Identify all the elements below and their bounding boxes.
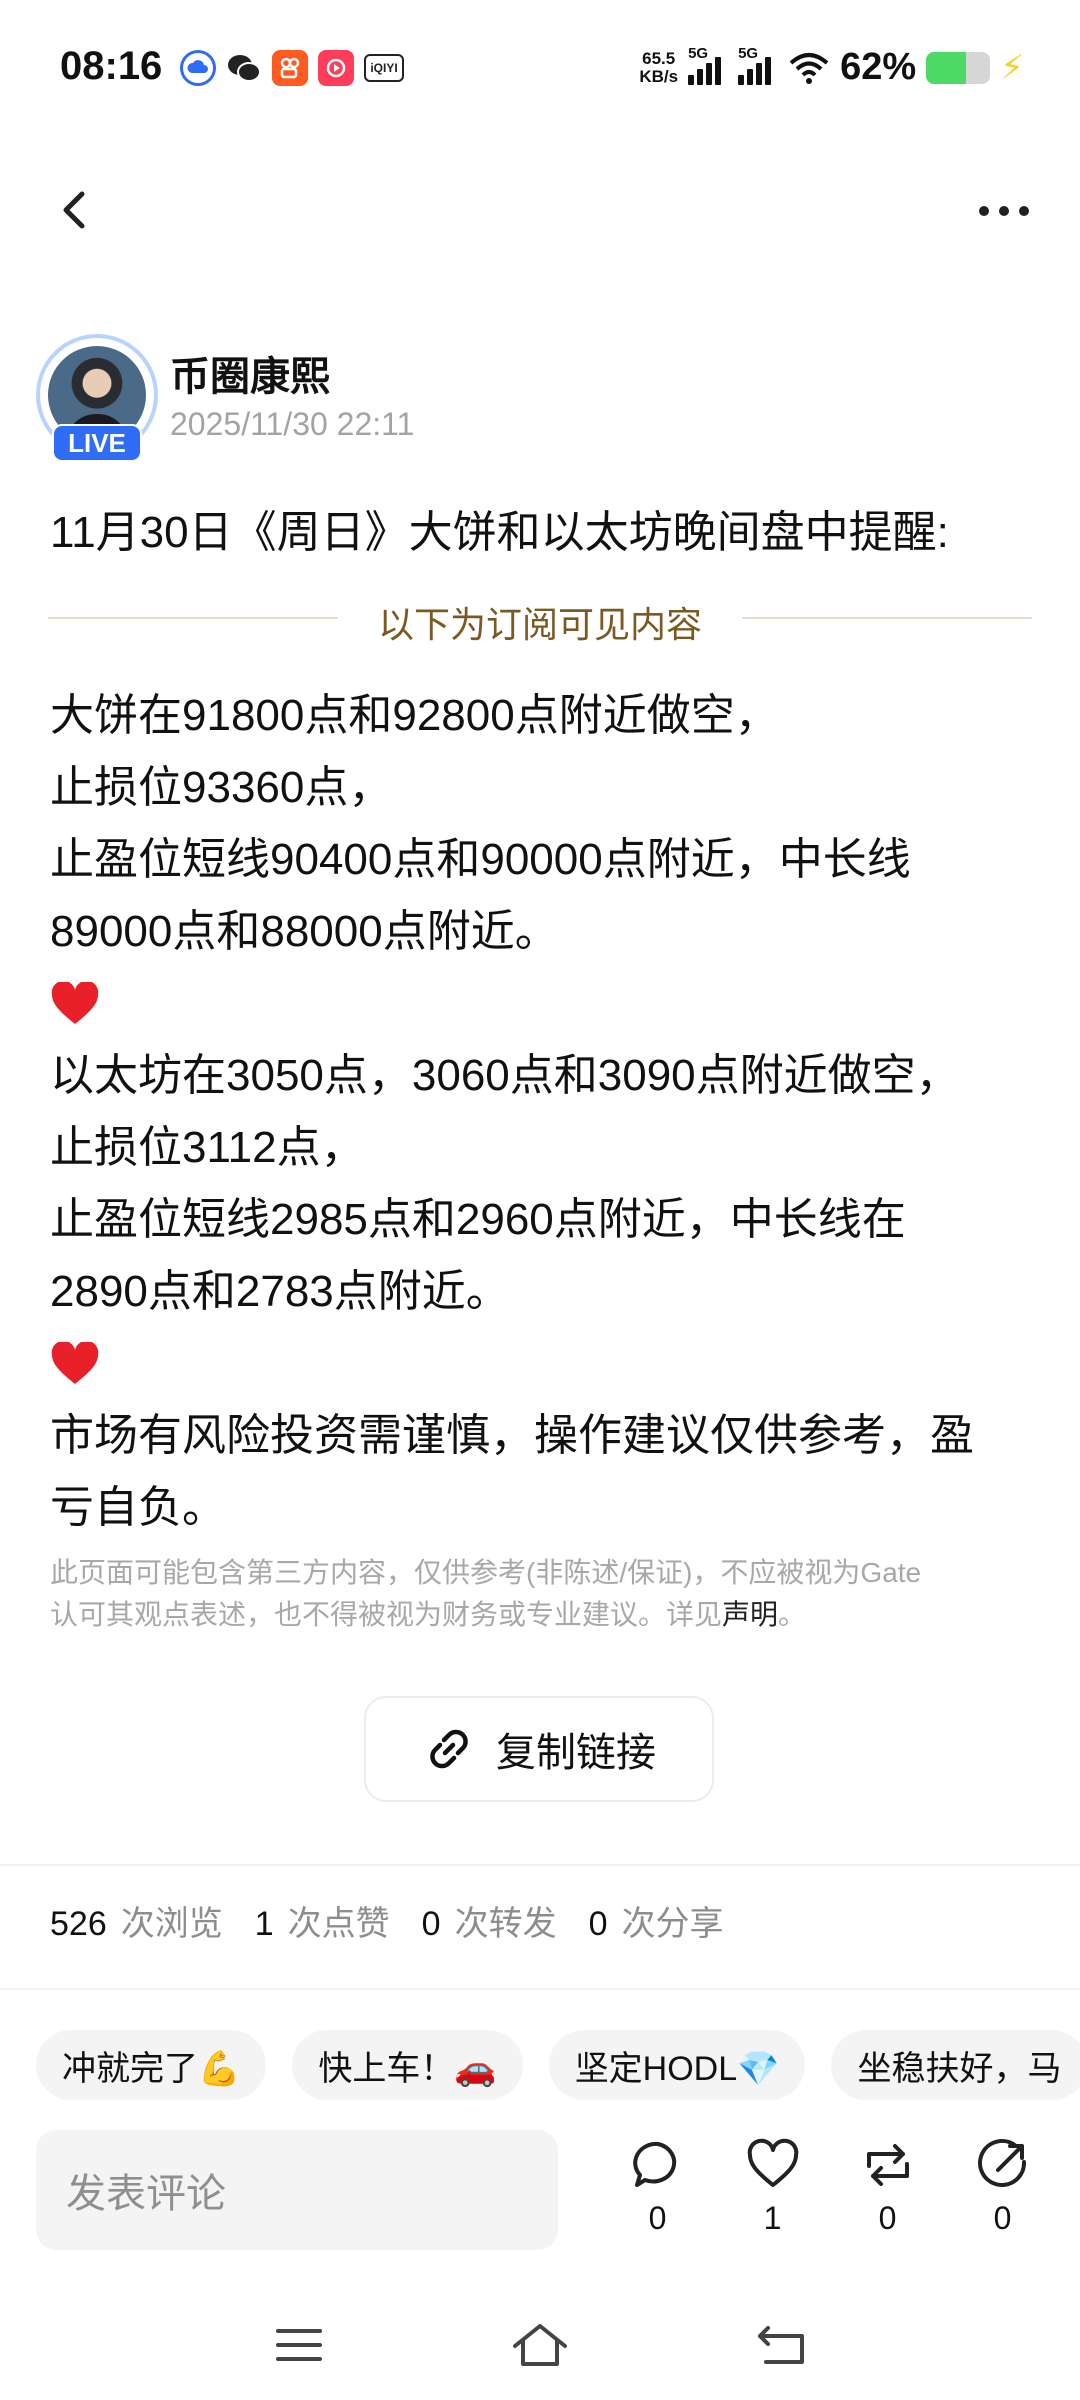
post-actions: 0 1 0 0: [600, 2138, 1060, 2258]
battery-percent: 62%: [840, 46, 917, 88]
reposts-label: 次转发: [454, 1905, 557, 1943]
repost-button[interactable]: 0: [830, 2138, 945, 2258]
post-line: 大饼在91800点和92800点附近做空，: [50, 691, 779, 740]
battery-icon: [926, 51, 991, 84]
back-system-button[interactable]: [746, 2310, 816, 2380]
copy-link-label: 复制链接: [496, 1731, 656, 1775]
disclaimer-line: 认可其观点表述，也不得被视为财务或专业建议。详见声明。: [50, 1594, 1030, 1636]
post-line: 止盈位短线90400点和90000点附近，中长线: [50, 835, 911, 884]
more-options-button[interactable]: [968, 186, 1040, 236]
shares-count: 0: [588, 1905, 608, 1943]
heart-icon: [51, 1342, 99, 1384]
views-count: 526: [50, 1905, 107, 1943]
post-timestamp: 2025/11/30 22:11: [170, 406, 415, 442]
battery-fill: [926, 51, 966, 84]
heart-emoji: [50, 968, 1030, 1040]
kuaishou-icon: [272, 50, 308, 86]
repost-icon: [866, 2144, 909, 2186]
heart-emoji: [50, 1328, 1030, 1400]
quick-reply-chip[interactable]: 冲就完了💪: [36, 2030, 267, 2100]
system-navigation-bar: [0, 2290, 1080, 2400]
repost-count: 0: [878, 2200, 897, 2236]
charging-bolt-icon: ⚡: [1000, 48, 1024, 87]
status-bar: 08:16 iQIYI 65.5 KB/s 5G 5G 62% ⚡: [0, 0, 1080, 140]
cloud-app-icon: [180, 50, 216, 86]
chevron-left-icon: [63, 191, 85, 229]
share-button[interactable]: 0: [945, 2138, 1060, 2258]
views-label: 次浏览: [120, 1905, 223, 1943]
back-arrow-icon: [758, 2326, 804, 2364]
video-app-icon: [318, 50, 354, 86]
quick-reply-chip[interactable]: 坚定HODL💎: [548, 2030, 806, 2100]
copy-link-button[interactable]: 复制链接: [364, 1696, 714, 1802]
disclaimer-text: 认可其观点表述，也不得被视为财务或专业建议。详见: [50, 1599, 723, 1630]
back-button[interactable]: [48, 182, 104, 238]
quick-reply-chips: 冲就完了💪 快上车！🚗 坚定HODL💎 坐稳扶好，马: [36, 2030, 1080, 2100]
recent-apps-button[interactable]: [264, 2310, 334, 2380]
comment-input[interactable]: 发表评论: [36, 2130, 558, 2250]
quick-reply-chip[interactable]: 快上车！🚗: [292, 2030, 523, 2100]
shares-label: 次分享: [621, 1905, 724, 1943]
post-line: 亏自负。: [50, 1483, 226, 1532]
post-line: 89000点和88000点附近。: [50, 907, 559, 956]
network-speed-unit: KB/s: [639, 66, 679, 86]
post-line: 市场有风险投资需谨慎，操作建议仅供参考，盈: [50, 1411, 974, 1460]
share-icon: [977, 2138, 1026, 2187]
wifi-icon: [789, 52, 829, 84]
wechat-icon: [226, 50, 262, 86]
signal-label: 5G: [738, 44, 759, 62]
section-separator: [0, 1864, 1080, 1866]
subscriber-content-divider: 以下为订阅可见内容: [48, 590, 1032, 646]
disclaimer: 此页面可能包含第三方内容，仅供参考(非陈述/保证)，不应被视为Gate 认可其观…: [50, 1552, 1030, 1636]
more-dot-icon: [999, 206, 1009, 216]
signal-5g-2-icon: 5G: [738, 45, 778, 85]
post-title: 11月30日《周日》大饼和以太坊晚间盘中提醒:: [50, 508, 949, 557]
post-line: 2890点和2783点附近。: [50, 1267, 510, 1316]
network-speed: 65.5 KB/s: [639, 48, 679, 86]
author-header: LIVE 币圈康熙 2025/11/30 22:11: [32, 330, 1032, 462]
network-speed-value: 65.5: [642, 48, 676, 68]
like-count: 1: [763, 2200, 782, 2236]
comment-count: 0: [648, 2200, 667, 2236]
signal-label: 5G: [688, 44, 709, 62]
likes-label: 次点赞: [287, 1905, 390, 1943]
comment-button[interactable]: 0: [600, 2138, 715, 2258]
heart-outline-icon: [747, 2138, 798, 2187]
link-icon: [430, 1729, 468, 1769]
home-button[interactable]: [505, 2310, 575, 2380]
share-count: 0: [993, 2200, 1012, 2236]
post-line: 止盈位短线2985点和2960点附近，中长线在: [50, 1195, 906, 1244]
disclaimer-line: 此页面可能包含第三方内容，仅供参考(非陈述/保证)，不应被视为Gate: [50, 1557, 922, 1588]
menu-icon: [276, 2329, 322, 2361]
post-line: 止损位93360点，: [50, 763, 393, 812]
reposts-count: 0: [421, 1905, 441, 1943]
disclaimer-statement-link[interactable]: 声明: [722, 1599, 778, 1630]
more-dot-icon: [979, 206, 989, 216]
quick-reply-chip[interactable]: 坐稳扶好，马: [831, 2030, 1080, 2100]
more-dot-icon: [1019, 206, 1029, 216]
likes-count: 1: [254, 1905, 274, 1943]
post-stats: 526 次浏览 1 次点赞 0 次转发 0 次分享: [50, 1896, 756, 1945]
author-name[interactable]: 币圈康熙: [170, 344, 330, 402]
avatar[interactable]: LIVE: [32, 330, 162, 462]
post-body: 大饼在91800点和92800点附近做空， 止损位93360点， 止盈位短线90…: [50, 680, 1030, 1544]
home-icon: [513, 2324, 567, 2366]
live-badge: LIVE: [52, 424, 142, 462]
iqiyi-icon: iQIYI: [364, 54, 404, 82]
like-button[interactable]: 1: [715, 2138, 830, 2258]
subscriber-divider-text: 以下为订阅可见内容: [377, 604, 702, 645]
divider-line: [742, 617, 1032, 619]
heart-icon: [51, 982, 99, 1024]
disclaimer-end: 。: [778, 1599, 807, 1630]
section-separator: [0, 1988, 1080, 1990]
status-app-icons: iQIYI: [180, 50, 404, 86]
status-indicators: 65.5 KB/s 5G 5G 62% ⚡: [639, 45, 1024, 89]
signal-5g-1-icon: 5G: [688, 45, 728, 85]
top-navigation: [0, 160, 1080, 260]
post-line: 止损位3112点，: [50, 1123, 365, 1172]
status-time: 08:16: [60, 44, 163, 88]
post-line: 以太坊在3050点，3060点和3090点附近做空，: [50, 1051, 960, 1100]
comment-bubble-icon: [632, 2141, 676, 2187]
